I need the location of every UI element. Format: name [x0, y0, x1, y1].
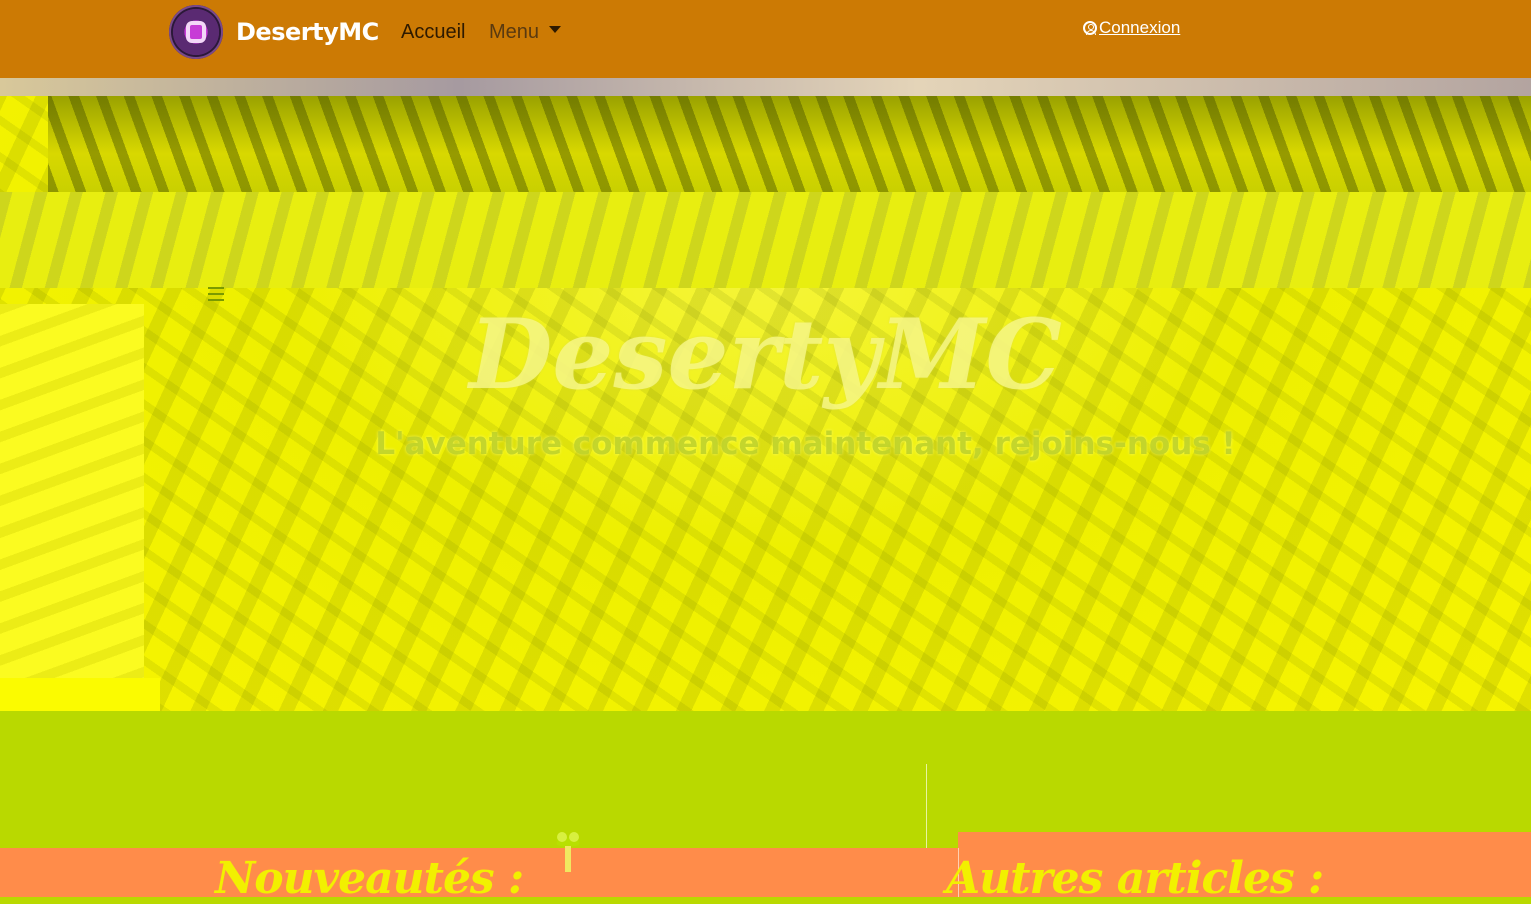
login-label: Connexion — [1099, 18, 1181, 37]
logo-glyph — [186, 21, 206, 43]
news-section-title: Nouveautés : — [215, 852, 524, 904]
hero-image-band-lower — [0, 192, 1531, 288]
hero-subtitle: L'aventure commence maintenant, rejoins-… — [375, 426, 1236, 462]
hero-title: DesertyMC — [469, 298, 1062, 411]
hero-image-corner — [0, 678, 160, 711]
articles-section-title: Autres articles : — [946, 852, 1324, 904]
navbar: DesertyMC Accueil Menu Connexion — [0, 0, 1531, 78]
nav-link-accueil[interactable]: Accueil — [401, 21, 465, 44]
nav-dropdown-menu[interactable]: Menu — [489, 21, 562, 44]
server-logo-icon[interactable] — [169, 5, 223, 59]
hero-image-band — [48, 96, 1531, 192]
hero-image-strip — [0, 78, 1531, 96]
brand-name[interactable]: DesertyMC — [236, 18, 379, 46]
nav-dropdown-menu-label: Menu — [489, 21, 540, 43]
user-circle-icon — [1083, 21, 1097, 35]
nav-link-accueil-label: Accueil — [401, 21, 466, 43]
login-link[interactable]: Connexion — [1083, 18, 1180, 38]
cactus-icon — [556, 832, 580, 872]
hero-banner: DesertyMC L'aventure commence maintenant… — [0, 78, 1531, 711]
chevron-down-icon — [549, 26, 562, 34]
